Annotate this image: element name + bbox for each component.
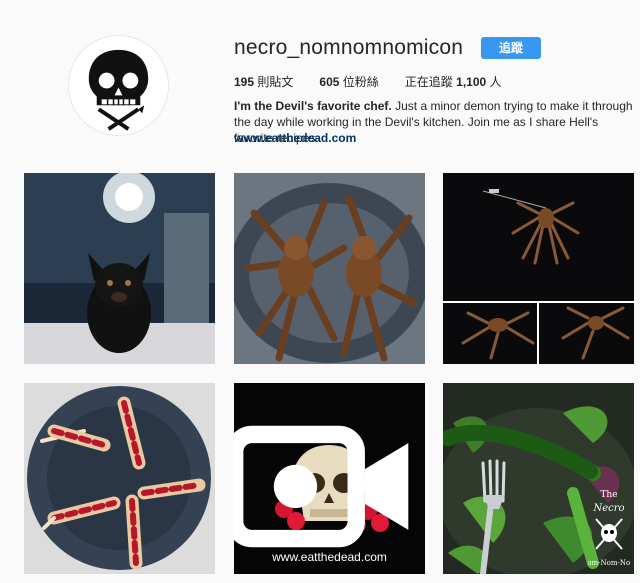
svg-text:Nom-Nom-Nom: Nom-Nom-Nom bbox=[588, 559, 630, 567]
website-link[interactable]: www.eatthedead.com bbox=[234, 131, 356, 145]
svg-text:Necro: Necro bbox=[592, 503, 624, 514]
following-suffix: 人 bbox=[489, 75, 502, 89]
post-salad-fork[interactable]: The Necro Nom-Nom-Nom bbox=[443, 383, 634, 574]
spider-collage-image bbox=[443, 173, 634, 364]
posts-label: 則貼文 bbox=[257, 75, 294, 89]
username: necro_nomnomnomicon bbox=[234, 36, 464, 59]
follow-button[interactable]: 追蹤 bbox=[481, 37, 541, 59]
finger-popsicles-image bbox=[24, 383, 215, 574]
post-spider-collage[interactable] bbox=[443, 173, 634, 364]
video-camera-icon bbox=[234, 425, 409, 548]
svg-text:The: The bbox=[600, 490, 617, 500]
posts-count: 195 bbox=[234, 75, 255, 89]
profile-page: necro_nomnomnomicon 追蹤 195 則貼文 605 位粉絲 正… bbox=[0, 0, 640, 583]
post-dog-photo[interactable] bbox=[24, 173, 215, 364]
followers-count: 605 bbox=[319, 75, 340, 89]
posts-stat: 195 則貼文 bbox=[234, 73, 293, 90]
following-prefix: 正在追蹤 bbox=[404, 75, 453, 89]
post-tarantulas-plate[interactable] bbox=[234, 173, 425, 364]
profile-avatar[interactable] bbox=[68, 35, 169, 136]
necro-logo-watermark: The Necro Nom-Nom-Nom bbox=[588, 487, 630, 571]
post-skull-video[interactable]: www.eatthedead.com bbox=[234, 383, 425, 574]
following-count: 1,100 bbox=[456, 75, 487, 89]
followers-label: 位粉絲 bbox=[342, 75, 379, 89]
bio-name: I'm the Devil's favorite chef. bbox=[234, 99, 392, 113]
following-stat[interactable]: 正在追蹤 1,100 人 bbox=[405, 73, 502, 90]
followers-stat[interactable]: 605 位粉絲 bbox=[319, 73, 378, 90]
post-finger-popsicles[interactable] bbox=[24, 383, 215, 574]
watermark-text: www.eatthedead.com bbox=[272, 550, 387, 564]
tarantulas-image bbox=[234, 173, 425, 364]
skull-logo-icon bbox=[69, 36, 168, 135]
profile-stats: 195 則貼文 605 位粉絲 正在追蹤 1,100 人 bbox=[234, 73, 502, 90]
dog-photo-image bbox=[24, 173, 215, 364]
necro-logo-icon: The Necro Nom-Nom-Nom bbox=[588, 490, 630, 567]
